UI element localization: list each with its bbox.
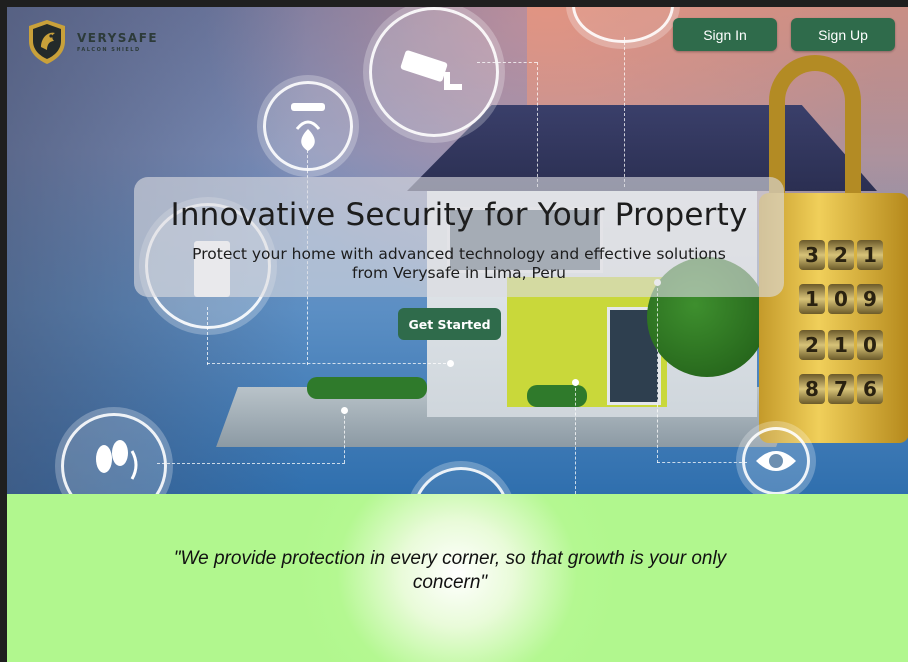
circuit-node	[572, 379, 579, 386]
circuit-line	[657, 462, 747, 463]
shield-falcon-icon	[29, 20, 65, 64]
eye-icon	[742, 427, 810, 494]
lock-dial: 1	[799, 284, 825, 314]
brand-name: VERYSAFE	[77, 31, 159, 45]
circuit-line	[537, 62, 538, 187]
sign-up-button[interactable]: Sign Up	[791, 18, 895, 51]
circuit-line	[157, 463, 345, 464]
brand-tagline: FALCON SHIELD	[77, 47, 141, 53]
lock-dial-row: 8 7 6	[799, 374, 883, 404]
hedge	[527, 385, 587, 407]
hero-subtitle: Protect your home with advanced technolo…	[192, 245, 726, 282]
circuit-node	[341, 407, 348, 414]
quote-text: "We provide protection in every corner, …	[173, 548, 727, 593]
hero-section: 3 2 1 1 0 9 2 1 0 8 7 6 VERYSAFE FALCON …	[7, 7, 908, 494]
lock-dial-row: 2 1 0	[799, 330, 883, 360]
brand-wordmark: VERYSAFE FALCON SHIELD	[77, 31, 158, 53]
sign-in-button[interactable]: Sign In	[673, 18, 777, 51]
lock-dial: 3	[799, 240, 825, 270]
lock-dial: 0	[828, 284, 854, 314]
circuit-line	[624, 37, 625, 187]
circuit-line	[575, 383, 576, 494]
security-camera-icon	[369, 7, 499, 137]
lock-dial: 9	[857, 284, 883, 314]
lock-dial: 7	[828, 374, 854, 404]
lock-dial: 6	[857, 374, 883, 404]
get-started-button[interactable]: Get Started	[398, 308, 501, 340]
circuit-node	[447, 360, 454, 367]
circuit-line	[344, 411, 345, 463]
lock-dial: 2	[799, 330, 825, 360]
lock-dial: 0	[857, 330, 883, 360]
hedge	[307, 377, 427, 399]
lock-dial: 2	[828, 240, 854, 270]
circle-decoration	[412, 467, 510, 494]
brand-logo[interactable]: VERYSAFE FALCON SHIELD	[27, 19, 158, 65]
lock-dial-row: 3 2 1	[799, 240, 883, 270]
circuit-line	[657, 283, 658, 463]
lock-dial: 1	[828, 330, 854, 360]
lock-dial: 1	[857, 240, 883, 270]
lock-dial: 8	[799, 374, 825, 404]
hero-title: Innovative Security for Your Property	[170, 197, 748, 233]
circuit-line	[207, 363, 451, 364]
lock-dial-row: 1 0 9	[799, 284, 883, 314]
smoke-detector-icon	[263, 81, 353, 171]
